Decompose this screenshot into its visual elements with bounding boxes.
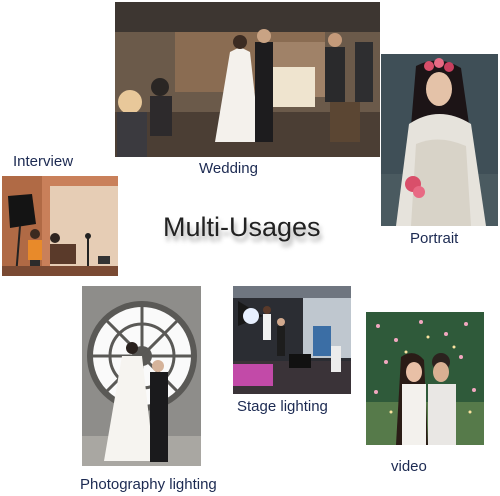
multi-usages-headline: Multi-Usages: [163, 212, 321, 242]
wedding-photo: [115, 2, 380, 157]
photography-lighting-photo: [82, 286, 201, 466]
portrait-photo: [381, 54, 498, 226]
interview-photo: [2, 176, 118, 276]
stage-lighting-caption: Stage lighting: [237, 398, 328, 415]
video-caption: video: [391, 458, 427, 475]
photography-lighting-caption: Photography lighting: [80, 476, 217, 493]
stage-lighting-photo: [233, 286, 351, 394]
portrait-caption: Portrait: [410, 230, 459, 247]
video-photo: [366, 312, 484, 445]
wedding-caption: Wedding: [199, 160, 258, 177]
interview-caption: Interview: [13, 153, 74, 170]
